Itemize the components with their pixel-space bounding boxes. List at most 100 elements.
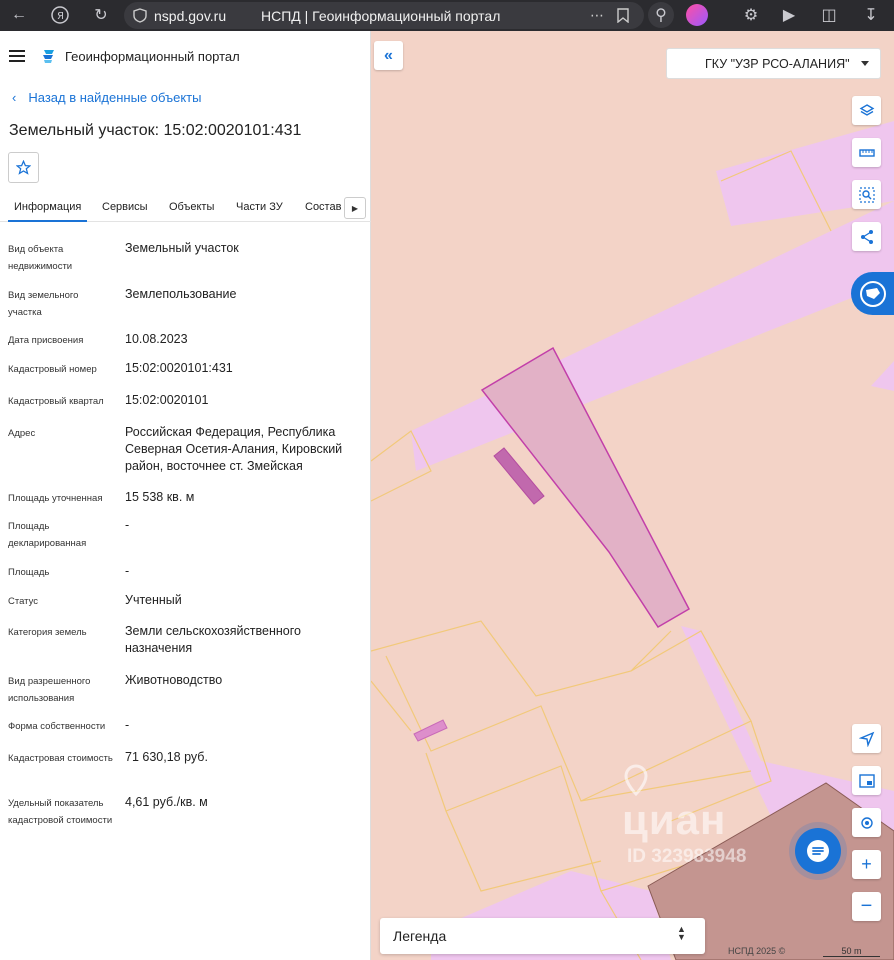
- value-address: Российская Федерация, Республика Северна…: [125, 425, 343, 473]
- road-zone-north: [716, 121, 894, 226]
- zoom-out-button[interactable]: −: [852, 892, 881, 921]
- extension-icon[interactable]: ⚙: [738, 2, 764, 28]
- alice-icon[interactable]: [686, 4, 708, 26]
- chat-icon: [807, 840, 829, 862]
- collections-icon[interactable]: ◫: [816, 2, 842, 28]
- value-parcel-type: Землепользование: [125, 287, 237, 301]
- tab-composition[interactable]: Состав: [305, 201, 341, 213]
- zoom-in-button[interactable]: +: [852, 850, 881, 879]
- media-play-icon[interactable]: ▶: [776, 2, 802, 28]
- chevron-left-icon: ‹: [12, 90, 17, 105]
- label-assign-date: Дата присвоения: [8, 335, 84, 346]
- value-cadastral-quarter: 15:02:0020101: [125, 393, 209, 407]
- label-cadastral-value: Кадастровая стоимость: [8, 753, 113, 764]
- value-status: Учтенный: [125, 593, 182, 607]
- value-cadastral-value: 71 630,18 руб.: [125, 750, 208, 764]
- info-panel: Геоинформационный портал ‹ Назад в найде…: [0, 31, 371, 960]
- label-parcel-type: Вид земельного участка: [8, 290, 79, 318]
- menu-icon[interactable]: [9, 50, 25, 62]
- value-area: -: [125, 564, 130, 578]
- organization-select[interactable]: ГКУ "УЗР РСО-АЛАНИЯ": [666, 48, 881, 79]
- draw-tool-button[interactable]: [851, 272, 894, 315]
- more-dots-icon[interactable]: ⋯: [590, 7, 604, 24]
- label-land-category: Категория земель: [8, 627, 87, 638]
- label-unit-value: Удельный показатель кадастровой стоимост…: [8, 798, 113, 826]
- map-attribution: НСПД 2025 ©: [728, 946, 786, 956]
- label-area: Площадь: [8, 567, 50, 578]
- tab-services[interactable]: Сервисы: [102, 201, 148, 213]
- minimap-button[interactable]: [852, 766, 881, 795]
- layers-icon: [859, 103, 874, 116]
- share-icon: [860, 229, 873, 244]
- download-icon[interactable]: ↧: [858, 2, 884, 28]
- back-link-label: Назад в найденные объекты: [28, 90, 202, 105]
- value-unit-value: 4,61 руб./кв. м: [125, 795, 208, 809]
- ruler-icon: [858, 148, 875, 157]
- tab-parts[interactable]: Части ЗУ: [236, 201, 283, 213]
- layers-button[interactable]: [852, 96, 881, 125]
- tab-info[interactable]: Информация: [7, 201, 88, 222]
- legend-panel[interactable]: Легенда ▲ ▼: [380, 918, 705, 954]
- panel-header: Геоинформационный портал: [0, 31, 371, 81]
- value-assign-date: 10.08.2023: [125, 332, 188, 346]
- label-area-declared: Площадь декларированная: [8, 521, 87, 549]
- portal-name: Геоинформационный портал: [65, 49, 240, 64]
- portal-logo-icon: [43, 50, 54, 63]
- value-ownership-form: -: [125, 718, 130, 732]
- tabs-scroll-right-button[interactable]: ▶: [344, 197, 366, 219]
- navigation-arrow-icon: [858, 731, 874, 747]
- picture-in-picture-icon: [858, 773, 875, 788]
- label-ownership-form: Форма собственности: [8, 721, 106, 732]
- map-edit-icon: [859, 280, 886, 307]
- back-to-results-link[interactable]: ‹ Назад в найденные объекты: [12, 90, 201, 105]
- map-scale: 50 m: [823, 946, 880, 957]
- tabs-bar: Информация Сервисы Объекты Части ЗУ Сост…: [0, 194, 371, 222]
- svg-text:Я: Я: [57, 11, 64, 22]
- address-bar[interactable]: nspd.gov.ru НСПД | Геоинформационный пор…: [124, 2, 644, 29]
- label-cadastral-quarter: Кадастровый квартал: [8, 396, 104, 407]
- favorite-button[interactable]: [8, 152, 39, 183]
- label-object-type: Вид объекта недвижимости: [8, 244, 73, 272]
- bookmark-icon[interactable]: [617, 8, 629, 23]
- shield-icon: [133, 8, 147, 23]
- value-cadastral-number: 15:02:0020101:431: [125, 361, 233, 375]
- legend-label: Легенда: [393, 928, 447, 944]
- building-small[interactable]: [413, 719, 448, 742]
- watermark-id: ID 323983948: [627, 846, 747, 867]
- ruler-button[interactable]: [852, 138, 881, 167]
- star-icon: [16, 160, 31, 175]
- location-target-icon: [860, 816, 873, 829]
- locate-button[interactable]: [852, 724, 881, 753]
- yandex-icon[interactable]: Я: [47, 2, 73, 28]
- reload-icon[interactable]: ↻: [88, 2, 114, 28]
- road-zone-east: [871, 361, 894, 391]
- chevron-down-icon: [861, 61, 869, 66]
- label-area-refined: Площадь уточненная: [8, 493, 103, 504]
- label-cadastral-number: Кадастровый номер: [8, 364, 97, 375]
- value-area-declared: -: [125, 518, 130, 532]
- organization-select-value: ГКУ "УЗР РСО-АЛАНИЯ": [705, 56, 850, 71]
- value-permitted-use: Животноводство: [125, 673, 223, 687]
- share-button[interactable]: [852, 222, 881, 251]
- tab-objects[interactable]: Объекты: [169, 201, 214, 213]
- label-permitted-use: Вид разрешенного использования: [8, 676, 91, 704]
- search-page-icon[interactable]: ⚲: [648, 2, 674, 28]
- watermark-text: циан: [622, 796, 727, 843]
- select-search-icon: [858, 186, 875, 203]
- back-arrow-icon[interactable]: ←: [6, 2, 32, 28]
- value-area-refined: 15 538 кв. м: [125, 490, 195, 504]
- geolocation-button[interactable]: [852, 808, 881, 837]
- chat-button[interactable]: [795, 828, 841, 874]
- page-title: Земельный участок: 15:02:0020101:431: [9, 122, 302, 139]
- browser-toolbar: ← Я ↻ nspd.gov.ru НСПД | Геоинформационн…: [0, 0, 894, 31]
- label-status: Статус: [8, 596, 39, 607]
- value-land-category: Земли сельскохозяйственного назначения: [125, 624, 301, 655]
- label-address: Адрес: [8, 428, 36, 439]
- expand-collapse-icon[interactable]: ▲ ▼: [677, 925, 686, 942]
- value-object-type: Земельный участок: [125, 241, 239, 255]
- map-view[interactable]: циан ID 323983948: [371, 31, 894, 960]
- url-text: nspd.gov.ru: [154, 7, 227, 24]
- select-area-button[interactable]: [852, 180, 881, 209]
- collapse-panel-button[interactable]: «: [374, 41, 403, 70]
- road-zone: [411, 201, 894, 471]
